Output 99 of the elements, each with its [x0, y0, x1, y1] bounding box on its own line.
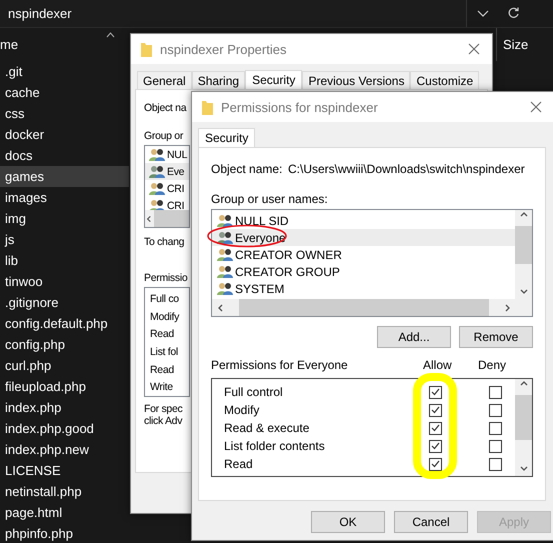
field-label: Object na — [144, 102, 186, 114]
users-icon — [217, 264, 233, 278]
permission-name: Full co — [150, 292, 179, 305]
file-item[interactable]: index.php — [0, 397, 129, 418]
file-item[interactable]: tinwoo — [0, 271, 129, 292]
permission-name: Read — [150, 328, 174, 340]
help-text: click Adv — [144, 415, 182, 427]
permission-name: List folder contents — [224, 439, 326, 453]
file-item[interactable]: css — [0, 103, 129, 124]
file-item[interactable]: page.html — [0, 502, 129, 523]
window-title: Permissions for nspindexer — [221, 100, 378, 114]
chevron-down-icon[interactable] — [477, 10, 489, 18]
file-item[interactable]: lib — [0, 250, 129, 271]
file-item[interactable]: cache — [0, 82, 129, 103]
checkbox[interactable] — [429, 422, 442, 434]
object-path: C:\Users\wwiii\Downloads\switch\nspindexer — [288, 162, 525, 176]
scrollbar[interactable] — [515, 210, 532, 299]
field-label: Group or user names: — [211, 192, 328, 206]
dialog-button[interactable]: Cancel — [394, 511, 468, 533]
users-icon — [217, 248, 233, 262]
file-item[interactable]: config.php — [0, 334, 129, 355]
column-header[interactable]: me — [0, 37, 18, 52]
sort-caret-icon — [106, 32, 115, 38]
tab[interactable]: Sharing — [192, 71, 246, 89]
file-item[interactable]: js — [0, 229, 129, 250]
tab[interactable]: Previous Versions — [302, 71, 410, 89]
users-icon — [149, 182, 165, 196]
file-item[interactable]: index.php.good — [0, 418, 129, 439]
checkbox[interactable] — [489, 458, 502, 470]
column-header: Deny — [478, 358, 506, 372]
field-label: Permissio — [144, 272, 188, 284]
close-button[interactable] — [466, 41, 482, 57]
checkbox[interactable] — [429, 404, 442, 416]
instruction-text: To chang — [144, 236, 184, 248]
user-list[interactable]: NUL Eve CRI CRI — [144, 145, 190, 228]
refresh-icon[interactable] — [507, 7, 520, 20]
user-item[interactable]: CRI — [145, 180, 189, 197]
permission-name: Read & execute — [224, 421, 310, 435]
window-title: nspindexer Properties — [160, 42, 286, 56]
permission-name: Full control — [224, 385, 284, 399]
list-button[interactable]: Add... — [377, 326, 451, 348]
checkbox[interactable] — [489, 386, 502, 398]
file-item[interactable]: phpinfo.php — [0, 523, 129, 543]
checkbox[interactable] — [489, 404, 502, 416]
column-header: Allow — [423, 358, 453, 372]
field-label: Object name: — [211, 162, 284, 176]
close-button[interactable] — [528, 99, 544, 115]
users-icon — [149, 148, 165, 162]
user-list[interactable]: NULL SID Everyone CREATOR OWNER CREATOR GROUP SYSTEM — [211, 209, 533, 317]
file-item[interactable]: netinstall.php — [0, 481, 129, 502]
checkbox[interactable] — [489, 440, 502, 452]
checkbox[interactable] — [429, 458, 442, 470]
permission-name: List fol — [150, 346, 178, 358]
user-item[interactable]: SYSTEM — [212, 280, 515, 297]
users-icon — [149, 164, 165, 178]
permission-name: Write — [150, 381, 173, 394]
field-label: Group or — [144, 130, 184, 142]
file-item[interactable]: img — [0, 208, 129, 229]
tab[interactable]: Customize — [410, 71, 480, 89]
permission-name: Read — [150, 364, 174, 376]
folder-icon — [141, 42, 152, 56]
user-item[interactable]: Everyone — [212, 229, 515, 246]
permission-name: Modify — [224, 403, 260, 417]
file-item[interactable]: images — [0, 187, 129, 208]
tab[interactable]: Security — [198, 128, 256, 148]
permission-name: Read — [224, 457, 254, 471]
scrollbar[interactable] — [515, 379, 532, 476]
user-item[interactable]: Eve — [145, 163, 189, 180]
users-icon — [217, 214, 233, 228]
file-item[interactable]: .git — [0, 61, 129, 82]
file-item[interactable]: docs — [0, 145, 129, 166]
folder-icon — [202, 100, 213, 114]
file-item[interactable]: fileupload.php — [0, 376, 129, 397]
column-header[interactable]: Size — [503, 37, 528, 52]
users-icon — [217, 230, 233, 244]
file-item[interactable]: .gitignore — [0, 292, 129, 313]
list-button[interactable]: Remove — [459, 326, 533, 348]
user-item[interactable]: NUL — [145, 146, 189, 163]
file-item[interactable]: config.default.php — [0, 313, 129, 334]
help-text: For spec — [144, 403, 182, 415]
user-item[interactable]: NULL SID — [212, 212, 515, 229]
file-item[interactable]: LICENSE — [0, 460, 129, 481]
dialog-button[interactable]: OK — [311, 511, 385, 533]
file-item[interactable]: index.php.new — [0, 439, 129, 460]
file-item[interactable]: docker — [0, 124, 129, 145]
field-label: Permissions for Everyone — [211, 358, 349, 372]
file-item[interactable]: games — [0, 166, 129, 187]
user-item[interactable]: CREATOR OWNER — [212, 246, 515, 263]
scrollbar[interactable] — [145, 210, 189, 227]
scrollbar[interactable] — [212, 299, 532, 316]
users-icon — [217, 282, 233, 296]
checkbox[interactable] — [429, 386, 442, 398]
tab[interactable]: Security — [245, 70, 302, 90]
checkbox[interactable] — [489, 422, 502, 434]
checkbox[interactable] — [429, 440, 442, 452]
permission-name: Modify — [150, 310, 180, 322]
file-item[interactable]: curl.php — [0, 355, 129, 376]
tab[interactable]: General — [137, 71, 192, 89]
user-item[interactable]: CREATOR GROUP — [212, 263, 515, 280]
